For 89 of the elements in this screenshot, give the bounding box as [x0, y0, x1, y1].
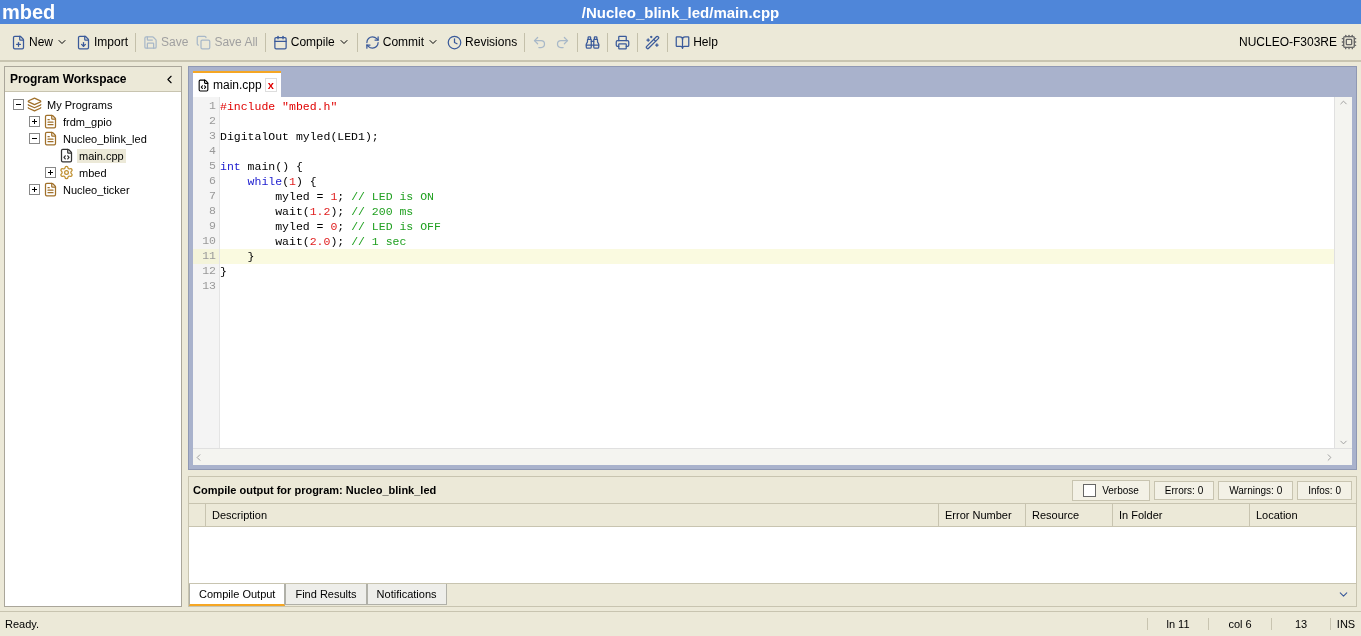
printer-icon	[615, 34, 631, 50]
column-header[interactable]: Error Number	[938, 504, 1025, 526]
code-line: }	[220, 264, 227, 279]
save-icon	[143, 34, 159, 50]
line-number: 7	[209, 189, 216, 202]
code-line: wait(2.0); // 1 sec	[274, 234, 407, 249]
tab-label: main.cpp	[213, 78, 262, 92]
output-tab[interactable]: Find Results	[285, 584, 367, 605]
column-header[interactable]: In Folder	[1112, 504, 1249, 526]
column-header[interactable]: Location	[1249, 504, 1356, 526]
editor-tab[interactable]: main.cpp x	[193, 71, 281, 97]
column-header[interactable]: Resource	[1025, 504, 1112, 526]
line-number: 11	[202, 249, 216, 262]
line-number: 2	[209, 114, 216, 127]
code-line: DigitalOut myled(LED1);	[220, 129, 379, 144]
chip-icon[interactable]	[1341, 34, 1357, 50]
line-number: 10	[202, 234, 216, 247]
code-line: myled = 1; // LED is ON	[274, 189, 434, 204]
tree-item[interactable]: My Programs	[45, 97, 115, 112]
tree-item[interactable]: mbed	[77, 165, 109, 180]
code-line: while(1) {	[246, 174, 317, 189]
binoculars-icon	[585, 34, 601, 50]
program-icon	[43, 114, 58, 129]
code-line: }	[246, 249, 255, 264]
toolbar-button[interactable]: Commit	[361, 32, 443, 52]
tree-item[interactable]: main.cpp	[77, 148, 126, 163]
status-cell: INS	[1336, 618, 1356, 630]
verbose-checkbox[interactable]: Verbose	[1072, 479, 1150, 501]
compile-icon	[272, 34, 288, 50]
line-number: 5	[209, 159, 216, 172]
line-number: 8	[209, 204, 216, 217]
code-line: #include "mbed.h"	[220, 99, 338, 114]
panel-title: Program Workspace	[10, 72, 127, 86]
output-title: Compile output for program: Nucleo_blink_led	[193, 484, 437, 496]
counter-badge: Infos: 0	[1297, 480, 1352, 500]
toolbar-button[interactable]: New	[8, 32, 71, 52]
platform-label[interactable]: NUCLEO-F303RE	[1238, 35, 1337, 49]
status-cell: ln 11	[1166, 618, 1190, 630]
line-number: 6	[209, 174, 216, 187]
undo-icon	[532, 34, 548, 50]
expand-toggle[interactable]	[45, 167, 56, 178]
code-line: wait(1.2); // 200 ms	[274, 204, 414, 219]
program-icon	[43, 182, 58, 197]
redo-icon	[555, 34, 571, 50]
new-file-icon	[11, 34, 26, 50]
output-tab[interactable]: Notifications	[366, 584, 447, 605]
status-cell: col 6	[1228, 618, 1252, 630]
column-header[interactable]: Description	[205, 504, 938, 526]
commit-icon	[364, 34, 380, 50]
file-icon	[197, 78, 210, 92]
tree-item[interactable]: frdm_gpio	[61, 114, 114, 129]
close-button[interactable]: x	[264, 78, 277, 92]
code-editor[interactable]: 1 2 3 4 5 6 7 8 9 10 11 12 13 #include "mbed.h" DigitalOut myled(LED1); int main() { while(1) { myled = 1; // LED is ON wait(1.2); // 200 ms myled = 0; // LED is OFF wait(2.0); // 1 sec } }	[193, 97, 1352, 465]
counter-badge: Errors: 0	[1153, 480, 1215, 500]
tree-item[interactable]: Nucleo_blink_led	[61, 131, 149, 146]
expand-toggle[interactable]	[29, 184, 40, 195]
collapse-toggle[interactable]	[13, 99, 24, 110]
line-number: 9	[209, 219, 216, 232]
toolbar-button[interactable]: Compile	[269, 32, 353, 52]
status-message: Ready.	[5, 618, 40, 630]
import-icon	[76, 34, 91, 50]
window-title: /Nucleo_blink_led/main.cpp	[581, 3, 780, 21]
output-tab[interactable]: Compile Output	[189, 584, 286, 606]
programs-icon	[27, 97, 42, 112]
line-number: 12	[202, 264, 216, 277]
tree-item[interactable]: Nucleo_ticker	[61, 182, 132, 197]
logo: mbed	[1, 0, 56, 24]
file-icon	[59, 148, 74, 163]
save-all-icon	[196, 34, 212, 50]
program-icon	[43, 131, 58, 146]
book-icon	[675, 34, 691, 50]
line-number: 3	[209, 129, 216, 142]
gear-icon	[59, 165, 74, 180]
collapse-toggle[interactable]	[29, 133, 40, 144]
checkbox[interactable]	[1083, 483, 1097, 497]
checkbox-label: Verbose	[1102, 484, 1139, 496]
line-number: 1	[209, 99, 216, 112]
code-line: myled = 0; // LED is OFF	[274, 219, 441, 234]
code-line: int main() {	[220, 159, 303, 174]
line-number: 13	[202, 279, 216, 292]
expand-toggle[interactable]	[29, 116, 40, 127]
clock-icon	[447, 34, 463, 50]
wand-icon	[645, 34, 661, 50]
toolbar-button[interactable]: Help	[672, 32, 721, 52]
toolbar-button[interactable]: Revisions	[444, 32, 521, 52]
counter-badge: Warnings: 0	[1218, 480, 1294, 500]
line-number: 4	[209, 144, 216, 157]
toolbar-button[interactable]: Import	[73, 32, 132, 52]
status-cell: 13	[1294, 618, 1308, 630]
